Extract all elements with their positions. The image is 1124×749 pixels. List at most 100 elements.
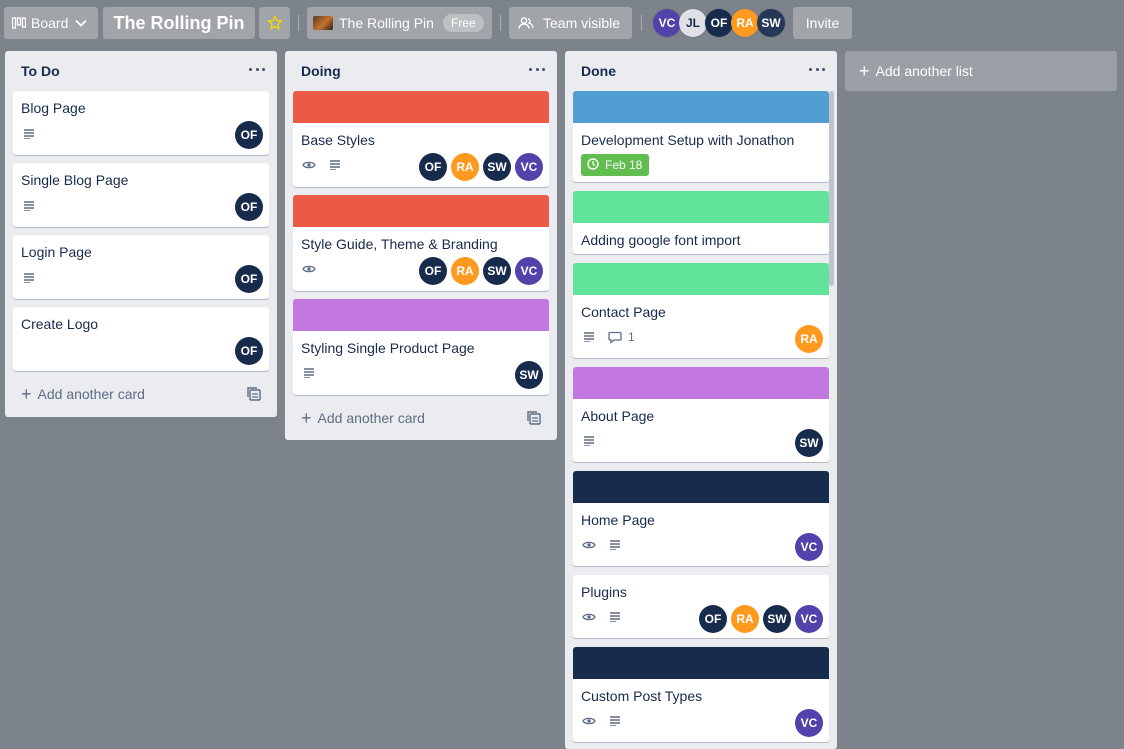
description-icon bbox=[581, 433, 597, 449]
member-avatar[interactable]: OF bbox=[705, 9, 733, 37]
card-title: Plugins bbox=[581, 584, 627, 600]
chevron-down-icon bbox=[75, 19, 87, 27]
member-avatar[interactable]: RA bbox=[451, 153, 479, 181]
member-avatar[interactable]: VC bbox=[795, 709, 823, 737]
card-badges bbox=[21, 124, 47, 144]
list-menu-icon[interactable] bbox=[809, 61, 825, 77]
card[interactable]: Base Styles OF RA SW VC bbox=[293, 91, 549, 187]
description-icon bbox=[607, 713, 623, 729]
list-menu-icon[interactable] bbox=[249, 61, 265, 77]
member-avatar[interactable]: VC bbox=[653, 9, 681, 37]
card-badges bbox=[21, 268, 47, 288]
card[interactable]: Contact Page 1 RA bbox=[573, 263, 829, 358]
plus-icon: + bbox=[21, 384, 32, 404]
comment-icon bbox=[607, 329, 623, 345]
card-badges: Feb 18 bbox=[581, 154, 650, 176]
member-avatar[interactable]: OF bbox=[235, 121, 263, 149]
card[interactable]: Blog Page OF bbox=[13, 91, 269, 155]
add-card-button[interactable]: + Add another card bbox=[21, 384, 145, 404]
card-title: Development Setup with Jonathon bbox=[581, 132, 795, 148]
card[interactable]: Create Logo OF bbox=[13, 307, 269, 371]
add-card-button[interactable]: + Add another card bbox=[301, 408, 425, 428]
card[interactable]: Home Page VC bbox=[573, 471, 829, 566]
member-avatar[interactable]: SW bbox=[483, 153, 511, 181]
card-title: About Page bbox=[581, 408, 655, 424]
description-icon bbox=[607, 537, 623, 553]
header-divider bbox=[500, 15, 501, 31]
list-todo: To Do Blog Page OF Single Blog Page OF L… bbox=[5, 51, 277, 417]
board-view-switcher[interactable]: Board bbox=[4, 7, 98, 39]
member-avatar[interactable]: SW bbox=[795, 429, 823, 457]
watch-icon bbox=[301, 157, 317, 173]
list-title[interactable]: To Do bbox=[21, 63, 60, 79]
card[interactable]: About Page SW bbox=[573, 367, 829, 462]
card-members: OF RA SW VC bbox=[415, 153, 543, 181]
card-cover bbox=[573, 647, 829, 679]
member-avatar[interactable]: VC bbox=[515, 257, 543, 285]
card-cover bbox=[573, 471, 829, 503]
card[interactable]: Login Page OF bbox=[13, 235, 269, 299]
card[interactable]: Style Guide, Theme & Branding OF RA SW V… bbox=[293, 195, 549, 291]
card-members: OF bbox=[231, 337, 263, 365]
header-divider bbox=[641, 15, 642, 31]
card-badges: 1 bbox=[581, 327, 635, 347]
member-avatar[interactable]: VC bbox=[795, 533, 823, 561]
visibility-button[interactable]: Team visible bbox=[509, 7, 632, 39]
list-menu-icon[interactable] bbox=[529, 61, 545, 77]
member-avatar[interactable]: JL bbox=[679, 9, 707, 37]
member-avatar[interactable]: RA bbox=[731, 605, 759, 633]
plus-icon: + bbox=[301, 408, 312, 428]
card[interactable]: Development Setup with Jonathon Feb 18 bbox=[573, 91, 829, 182]
card-badges bbox=[301, 363, 327, 383]
card-badges bbox=[301, 155, 353, 175]
member-avatar[interactable]: SW bbox=[483, 257, 511, 285]
card-badges bbox=[581, 431, 607, 451]
visibility-label: Team visible bbox=[543, 15, 621, 31]
card[interactable]: Plugins OF RA SW VC bbox=[573, 575, 829, 638]
card[interactable]: Custom Post Types VC bbox=[573, 647, 829, 742]
card-title: Create Logo bbox=[21, 316, 99, 332]
list-title[interactable]: Done bbox=[581, 63, 616, 79]
card-cover bbox=[573, 91, 829, 123]
member-avatar[interactable]: SW bbox=[757, 9, 785, 37]
member-avatar[interactable]: OF bbox=[235, 265, 263, 293]
member-avatar[interactable]: RA bbox=[451, 257, 479, 285]
watch-icon bbox=[581, 713, 597, 729]
member-avatar[interactable]: RA bbox=[795, 325, 823, 353]
member-avatar[interactable]: OF bbox=[235, 337, 263, 365]
star-button[interactable] bbox=[259, 7, 290, 39]
invite-button[interactable]: Invite bbox=[793, 7, 852, 39]
card[interactable]: Styling Single Product Page SW bbox=[293, 299, 549, 395]
list-title[interactable]: Doing bbox=[301, 63, 341, 79]
description-icon bbox=[301, 365, 317, 381]
card-template-icon[interactable] bbox=[247, 387, 263, 403]
member-avatar[interactable]: OF bbox=[419, 257, 447, 285]
card-cover bbox=[573, 263, 829, 295]
watch-icon bbox=[581, 537, 597, 553]
member-avatar[interactable]: SW bbox=[515, 361, 543, 389]
list-scrollbar[interactable] bbox=[829, 91, 834, 286]
card-title: Base Styles bbox=[301, 132, 375, 148]
description-icon bbox=[21, 126, 37, 142]
plus-icon: + bbox=[859, 61, 870, 81]
member-avatar[interactable]: SW bbox=[763, 605, 791, 633]
member-avatar[interactable]: OF bbox=[419, 153, 447, 181]
add-list-button[interactable]: + Add another list bbox=[845, 51, 1117, 91]
description-icon bbox=[21, 270, 37, 286]
due-date-badge[interactable]: Feb 18 bbox=[581, 154, 650, 176]
member-avatar[interactable]: OF bbox=[235, 193, 263, 221]
card[interactable]: Single Blog Page OF bbox=[13, 163, 269, 227]
description-icon bbox=[21, 198, 37, 214]
member-avatar[interactable]: VC bbox=[515, 153, 543, 181]
workspace-button[interactable]: The Rolling Pin Free bbox=[307, 7, 492, 39]
workspace-name: The Rolling Pin bbox=[339, 15, 434, 31]
card[interactable]: Adding google font import bbox=[573, 191, 829, 254]
member-avatar[interactable]: VC bbox=[795, 605, 823, 633]
card-template-icon[interactable] bbox=[527, 411, 543, 427]
member-avatar[interactable]: OF bbox=[699, 605, 727, 633]
card-title: Blog Page bbox=[21, 100, 86, 116]
member-avatar[interactable]: RA bbox=[731, 9, 759, 37]
card-badges bbox=[581, 535, 633, 555]
card-title: Login Page bbox=[21, 244, 92, 260]
board-title[interactable]: The Rolling Pin bbox=[103, 7, 255, 39]
